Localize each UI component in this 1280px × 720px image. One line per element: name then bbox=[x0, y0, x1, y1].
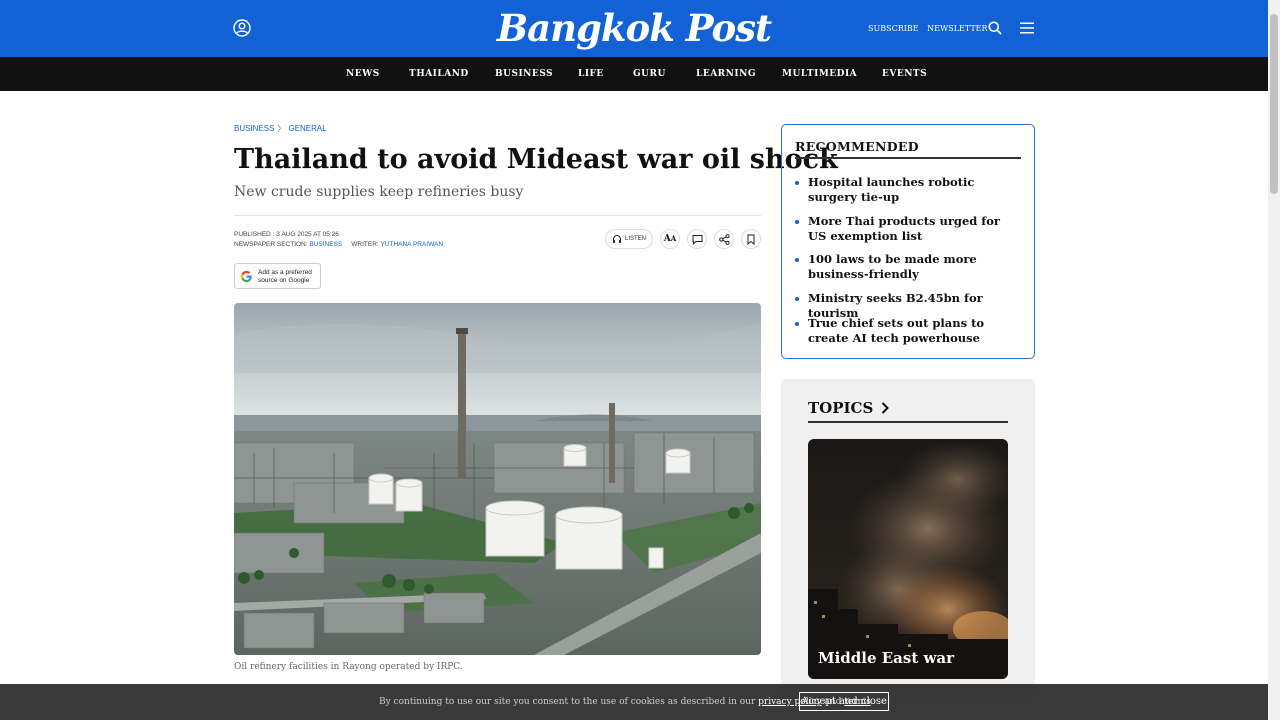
breadcrumb: BUSINESS 〉 GENERAL bbox=[234, 123, 327, 134]
article-headline: Thailand to avoid Mideast war oil shock bbox=[234, 144, 838, 175]
published-date: PUBLISHED : 3 AUG 2025 AT 05:26 bbox=[234, 231, 339, 238]
main-nav: NEWS THAILAND BUSINESS LIFE GURU LEARNIN… bbox=[0, 57, 1268, 91]
recommended-title: RECOMMENDED bbox=[795, 139, 919, 154]
google-badge-line1: Add as a preferred bbox=[258, 269, 312, 276]
listen-label: LISTEN bbox=[624, 236, 646, 242]
article-byline: NEWSPAPER SECTION: BUSINESS WRITER: YUTH… bbox=[234, 241, 443, 248]
bookmark-icon bbox=[747, 234, 755, 245]
newsletter-link[interactable]: NEWSLETTER bbox=[927, 24, 987, 33]
nav-item-business[interactable]: BUSINESS bbox=[495, 69, 553, 79]
writer-label: WRITER: bbox=[351, 241, 379, 248]
accept-cookies-button[interactable]: Accept and close bbox=[799, 692, 889, 711]
breadcrumb-general[interactable]: GENERAL bbox=[288, 124, 326, 133]
font-size-button[interactable]: AA bbox=[660, 229, 680, 249]
comment-icon bbox=[692, 234, 702, 245]
subscribe-link[interactable]: SUBSCRIBE bbox=[868, 24, 919, 33]
google-badge-line2: source on Google bbox=[258, 277, 310, 284]
share-icon bbox=[718, 233, 730, 245]
section-link[interactable]: BUSINESS bbox=[309, 241, 342, 248]
google-preferred-source-button[interactable]: Add as a preferred source on Google bbox=[234, 263, 321, 289]
bookmark-button[interactable] bbox=[741, 229, 761, 249]
google-logo-icon bbox=[240, 270, 252, 283]
topic-card-label: Middle East war bbox=[818, 649, 955, 667]
recommended-item-2[interactable]: More Thai products urged for US exemptio… bbox=[795, 214, 1021, 244]
share-button[interactable] bbox=[714, 229, 734, 249]
cookie-text: By continuing to use our site you consen… bbox=[379, 697, 871, 707]
headphones-icon bbox=[612, 235, 621, 243]
topics-title[interactable]: TOPICS bbox=[808, 399, 889, 417]
font-size-icon: AA bbox=[663, 234, 677, 244]
comment-button[interactable] bbox=[687, 229, 707, 249]
nav-item-multimedia[interactable]: MULTIMEDIA bbox=[782, 69, 857, 79]
breadcrumb-business[interactable]: BUSINESS bbox=[234, 124, 274, 133]
topics-title-label: TOPICS bbox=[808, 399, 874, 417]
writer-link[interactable]: YUTHANA PRAIWAN bbox=[380, 241, 443, 248]
scrollbar-thumb[interactable] bbox=[1270, 14, 1278, 194]
recommended-divider bbox=[795, 157, 1021, 159]
hamburger-menu-icon[interactable] bbox=[1020, 22, 1034, 34]
topics-divider bbox=[808, 421, 1008, 423]
nav-item-guru[interactable]: GURU bbox=[633, 69, 666, 79]
divider bbox=[234, 215, 761, 216]
chevron-right-icon: 〉 bbox=[277, 124, 286, 133]
listen-button[interactable]: LISTEN bbox=[605, 229, 653, 249]
article-subhead: New crude supplies keep refineries busy bbox=[234, 184, 524, 200]
photo-caption: Oil refinery facilities in Rayong operat… bbox=[234, 662, 463, 672]
topic-card-middle-east-war[interactable] bbox=[808, 439, 1008, 679]
chevron-right-icon bbox=[881, 402, 889, 414]
nav-item-learning[interactable]: LEARNING bbox=[696, 69, 756, 79]
nav-item-news[interactable]: NEWS bbox=[346, 69, 380, 79]
top-header: Bangkok Post SUBSCRIBE NEWSLETTER bbox=[0, 0, 1268, 57]
top-links: SUBSCRIBE NEWSLETTER bbox=[868, 24, 994, 33]
nav-item-thailand[interactable]: THAILAND bbox=[409, 69, 469, 79]
recommended-item-3[interactable]: 100 laws to be made more business-friend… bbox=[795, 252, 1021, 282]
search-icon[interactable] bbox=[988, 21, 1002, 35]
recommended-item-5[interactable]: True chief sets out plans to create AI t… bbox=[795, 316, 1021, 346]
article-photo bbox=[234, 303, 761, 655]
nav-item-life[interactable]: LIFE bbox=[578, 69, 604, 79]
nav-item-events[interactable]: EVENTS bbox=[882, 69, 927, 79]
recommended-item-1[interactable]: Hospital launches robotic surgery tie-up bbox=[795, 175, 1021, 205]
site-logo[interactable]: Bangkok Post bbox=[0, 6, 1268, 50]
section-label: NEWSPAPER SECTION: bbox=[234, 241, 308, 248]
cookie-message: By continuing to use our site you consen… bbox=[379, 697, 756, 707]
